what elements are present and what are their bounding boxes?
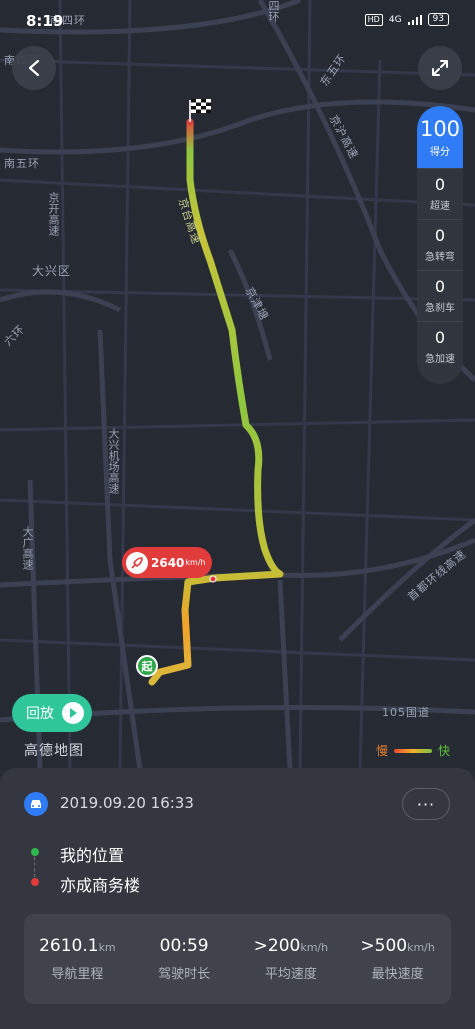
more-options-button[interactable]: ···	[402, 788, 450, 820]
network-type: 4G	[388, 14, 402, 25]
finish-flag-icon	[189, 99, 211, 122]
stat-duration: 00:59 驾驶时长	[131, 914, 238, 1004]
end-location: 亦成商务楼	[60, 876, 141, 895]
map-view[interactable]: 南四环 南四环 四环 东五环 京沪高速 南五环 京开高速 大兴区 六环 大兴机场…	[0, 0, 475, 770]
route-connector	[34, 857, 35, 877]
metric-speeding[interactable]: 0 超速	[417, 168, 463, 219]
metric-value: 0	[434, 226, 446, 245]
replay-button[interactable]: 回放	[12, 694, 92, 732]
stat-label: 最快速度	[371, 967, 424, 982]
map-label: 大兴机场高速	[107, 428, 120, 494]
metric-rapid-accel[interactable]: 0 急加速	[417, 321, 463, 372]
metric-value: 0	[434, 175, 446, 194]
trip-detail-sheet: 2019.09.20 16:33 ··· 我的位置 亦成商务楼 2610.1km…	[0, 768, 475, 1029]
metric-label: 急刹车	[425, 303, 455, 314]
status-time: 8:19	[26, 12, 64, 30]
score-value: 100	[419, 116, 461, 141]
top-speed-value: 2640	[151, 555, 185, 570]
stat-label: 驾驶时长	[158, 967, 211, 982]
stat-unit: km/h	[407, 941, 435, 954]
stat-value: >500	[360, 936, 408, 956]
battery-icon: 93	[427, 13, 449, 26]
legend-fast: 快	[438, 744, 451, 758]
top-speed-marker[interactable]: 2640 km/h	[122, 547, 212, 578]
metric-label: 超速	[430, 201, 450, 212]
stat-distance: 2610.1km 导航里程	[24, 914, 131, 1004]
play-icon	[62, 702, 84, 724]
rocket-icon	[126, 551, 148, 574]
map-label: 京开高速	[47, 192, 60, 236]
top-speed-unit: km/h	[185, 558, 206, 567]
status-bar: 8:19 HD 4G 93	[0, 0, 475, 40]
start-dot-icon	[31, 848, 39, 856]
map-label: 南五环	[4, 157, 40, 170]
speed-legend: 慢 快	[376, 742, 450, 759]
metric-label: 急转弯	[425, 252, 455, 263]
stat-max-speed: >500km/h 最快速度	[344, 914, 451, 1004]
stat-unit: km	[98, 941, 116, 954]
stat-value: >200	[253, 936, 301, 956]
trip-stats: 2610.1km 导航里程 00:59 驾驶时长 >200km/h 平均速度 >…	[24, 914, 451, 1004]
car-icon	[24, 792, 48, 816]
stat-value: 00:59	[159, 936, 209, 956]
start-location: 我的位置	[60, 846, 125, 865]
stat-value: 2610.1	[39, 936, 99, 956]
metric-label: 急加速	[425, 354, 455, 365]
map-label: 105国道	[382, 706, 430, 719]
map-label: 大广高速	[21, 526, 34, 570]
back-button[interactable]	[12, 46, 56, 90]
amap-logo: 高德地图	[24, 743, 84, 759]
chevron-left-icon	[28, 59, 40, 77]
stat-avg-speed: >200km/h 平均速度	[238, 914, 345, 1004]
hd-icon: HD	[364, 13, 383, 26]
metric-hard-brake[interactable]: 0 急刹车	[417, 270, 463, 321]
score-box[interactable]: 100 得分	[417, 106, 463, 168]
map-roads	[0, 0, 475, 770]
replay-label: 回放	[26, 706, 54, 722]
metric-value: 0	[434, 277, 446, 296]
end-dot-icon	[31, 878, 39, 886]
score-label: 得分	[430, 146, 450, 158]
map-label: 大兴区	[32, 264, 72, 278]
fullscreen-button[interactable]	[418, 46, 462, 90]
stat-label: 平均速度	[264, 967, 317, 982]
stat-label: 导航里程	[51, 967, 104, 982]
expand-icon	[432, 60, 448, 76]
stat-unit: km/h	[300, 941, 329, 954]
legend-gradient-bar	[394, 748, 433, 753]
driving-score-panel[interactable]: 100 得分 0 超速 0 急转弯 0 急刹车 0 急加速	[417, 106, 463, 384]
trip-datetime: 2019.09.20 16:33	[60, 794, 194, 812]
signal-icon	[407, 14, 422, 25]
metric-value: 0	[434, 328, 446, 347]
status-icons: HD 4G 93	[364, 13, 449, 26]
legend-slow: 慢	[376, 744, 389, 758]
start-marker[interactable]: 起	[136, 655, 158, 677]
metric-sharp-turn[interactable]: 0 急转弯	[417, 219, 463, 270]
